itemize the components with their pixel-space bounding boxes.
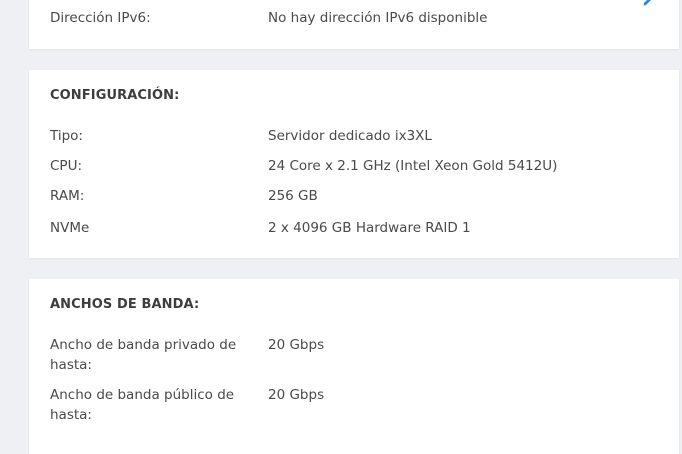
- config-value: Servidor dedicado ix3XL: [268, 128, 432, 144]
- bandwidth-value: 20 Gbps: [268, 337, 325, 353]
- config-label: NVMe: [50, 220, 90, 236]
- bandwidth-label: Ancho de banda público de hasta:: [50, 387, 235, 423]
- configuration-card: CONFIGURACIÓN: Tipo: Servidor dedicado i…: [29, 70, 679, 258]
- config-value: 2 x 4096 GB Hardware RAID 1: [268, 220, 471, 236]
- config-value: 24 Core x 2.1 GHz (Intel Xeon Gold 5412U…: [268, 158, 558, 174]
- bandwidth-value: 20 Gbps: [268, 387, 325, 403]
- configuration-title: CONFIGURACIÓN:: [50, 88, 180, 103]
- config-label: RAM:: [50, 188, 85, 204]
- ipv6-label: Dirección IPv6:: [50, 10, 151, 26]
- ipv6-value: No hay dirección IPv6 disponible: [268, 10, 488, 26]
- bandwidth-label: Ancho de banda privado de hasta:: [50, 337, 237, 373]
- config-value: 256 GB: [268, 188, 318, 204]
- config-label: CPU:: [50, 158, 82, 174]
- edit-button[interactable]: [638, 0, 658, 6]
- bandwidth-title: ANCHOS DE BANDA:: [50, 297, 200, 312]
- config-label: Tipo:: [50, 128, 83, 144]
- bandwidth-card: ANCHOS DE BANDA: Ancho de banda privado …: [29, 279, 679, 454]
- pencil-icon: [643, 0, 651, 6]
- ip-info-card: Dirección IPv6: No hay dirección IPv6 di…: [29, 0, 679, 49]
